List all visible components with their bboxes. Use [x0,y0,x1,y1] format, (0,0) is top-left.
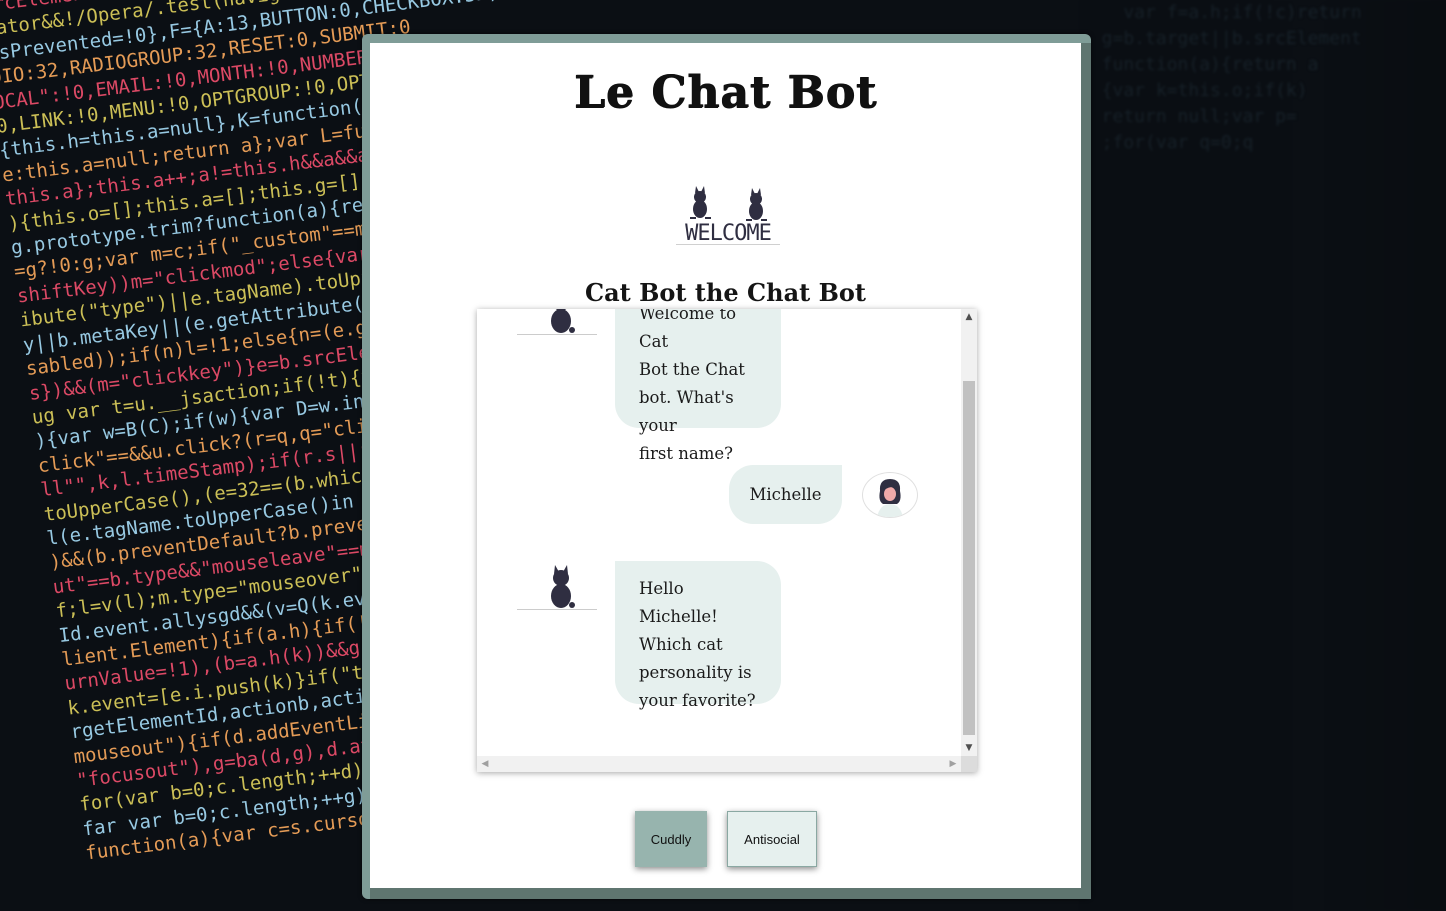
user-avatar-icon [877,479,903,517]
bot-message-line: bot. What's your [639,388,734,435]
page-title: Le Chat Bot [573,67,878,118]
background-shade-left [1080,0,1446,911]
horizontal-scrollbar[interactable]: ◀ ▶ [477,756,961,772]
user-avatar [862,472,918,518]
scroll-up-arrow-icon[interactable]: ▲ [961,309,977,325]
scroll-right-arrow-icon[interactable]: ▶ [945,756,961,772]
bot-message-bubble: Welcome to Cat Bot the Chat bot. What's … [615,309,781,463]
antisocial-button[interactable]: Antisocial [727,811,817,867]
bot-message-line: first name? [639,444,733,463]
cuddly-button[interactable]: Cuddly [635,811,707,867]
bot-message-line: personality is [639,663,752,682]
cat-bot-avatar-icon [517,309,597,335]
page-subtitle: Cat Bot the Chat Bot [585,278,866,307]
window-content: Le Chat Bot WELCOME Cat Bot the Chat Bot… [370,43,1081,888]
bot-message-line: your favorite? [639,691,756,710]
bot-message-line: Bot the Chat [639,360,745,379]
code-background-right: var f=a.h;if(!c)return g=b.target||b.src… [1080,0,1446,911]
code-background: srcElement;!a.getAttribute&&a.parentNode… [0,0,1446,911]
chat-messages[interactable]: Welcome to Cat Bot the Chat bot. What's … [477,309,961,756]
window-bottom-edge [370,888,1091,899]
bot-message-line: Welcome to Cat [639,309,737,351]
chat-panel[interactable]: Welcome to Cat Bot the Chat bot. What's … [477,309,977,772]
welcome-cats-logo: WELCOME [676,186,780,246]
scrollbar-corner [961,756,977,772]
welcome-logo-text: WELCOME [685,221,771,246]
vertical-scroll-thumb[interactable] [963,381,975,735]
scroll-down-arrow-icon[interactable]: ▼ [961,740,977,756]
bot-message-line: Which cat [639,635,723,654]
chat-app-window: Le Chat Bot WELCOME Cat Bot the Chat Bot… [362,34,1091,899]
cat-bot-avatar-icon [517,565,597,610]
bot-message-bubble: Hello Michelle! Which cat personality is… [615,561,781,710]
vertical-scrollbar[interactable]: ▲ ▼ [961,309,977,756]
user-message-bubble: Michelle [729,465,842,524]
window-right-edge [1081,43,1091,888]
scroll-left-arrow-icon[interactable]: ◀ [477,756,493,772]
bot-message-line: Hello Michelle! [639,579,718,626]
